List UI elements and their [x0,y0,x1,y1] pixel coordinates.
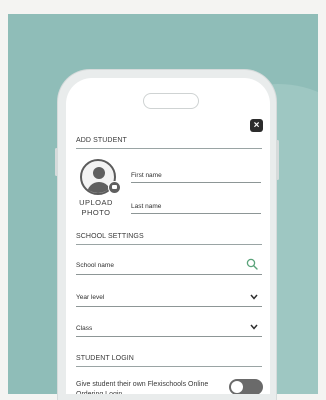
school-settings-heading: SCHOOL SETTINGS [76,233,144,240]
student-login-heading: STUDENT LOGIN [76,355,134,362]
student-login-divider [76,366,262,367]
upload-photo-button[interactable]: UPLOAD PHOTO [74,198,118,218]
year-level-select[interactable] [76,306,262,307]
year-level-label: Year level [76,294,105,301]
add-student-divider [76,148,262,149]
camera-icon-body [112,185,117,189]
search-icon[interactable] [246,258,258,270]
login-toggle[interactable] [229,379,263,394]
last-name-label: Last name [131,203,162,210]
class-label: Class [76,325,93,332]
login-toggle-label: Give student their own Flexischools Onli… [76,381,209,394]
close-icon[interactable]: × [250,119,263,132]
chevron-down-icon[interactable] [250,324,258,330]
phone-screen: × ADD STUDENT UPLOAD PHOTO First name La… [66,78,270,394]
add-student-heading: ADD STUDENT [76,137,127,144]
upload-photo-line1: UPLOAD [79,198,113,207]
class-select[interactable] [76,336,262,337]
phone-notch [143,93,199,109]
school-settings-divider [76,244,262,245]
upload-photo-line2: PHOTO [81,208,111,217]
camera-icon[interactable] [108,181,121,194]
first-name-label: First name [131,172,162,179]
chevron-down-icon[interactable] [250,294,258,300]
last-name-field[interactable] [131,213,261,214]
toggle-knob [231,381,243,393]
school-name-field[interactable] [76,274,262,275]
avatar-head [93,167,105,179]
phone-side-button-left [55,148,58,176]
school-name-label: School name [76,262,114,269]
first-name-field[interactable] [131,182,261,183]
phone-side-button-right [276,140,279,180]
